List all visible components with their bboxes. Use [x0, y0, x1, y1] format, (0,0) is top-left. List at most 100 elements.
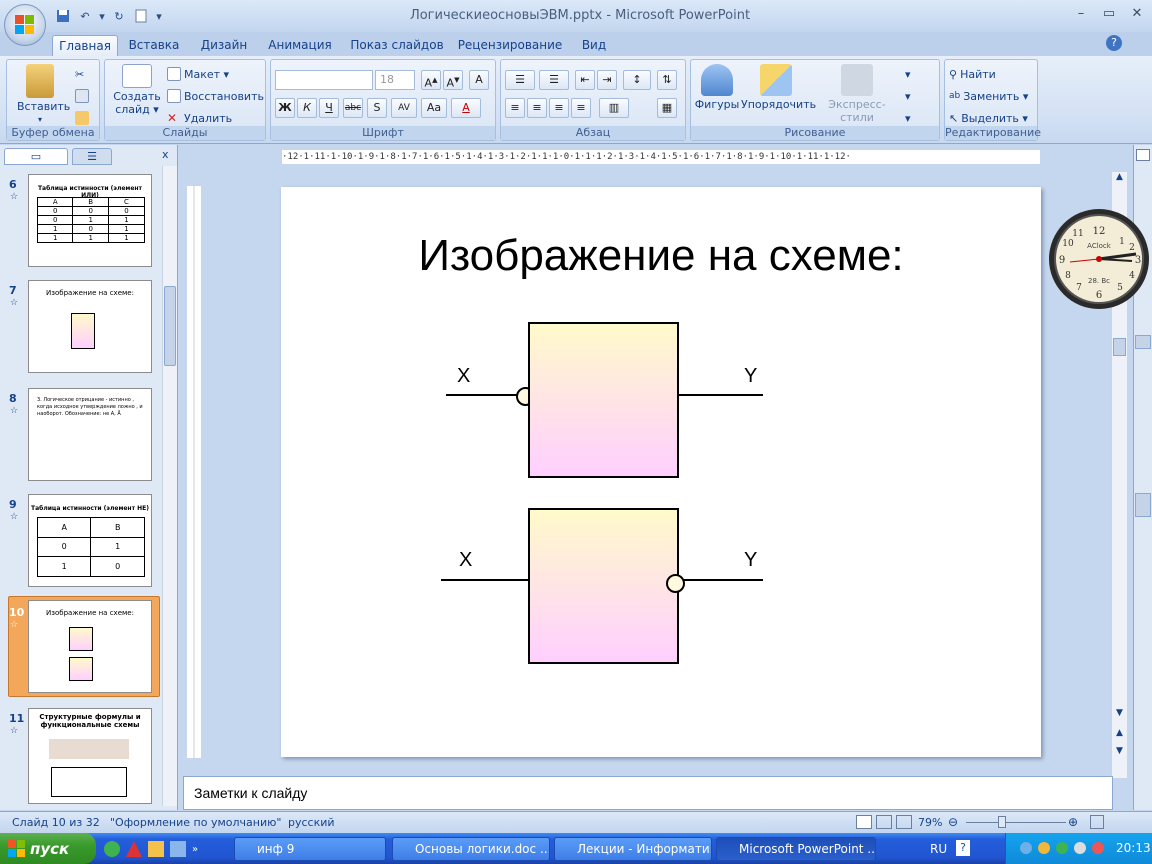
arrange-button[interactable]: Упорядочить: [741, 64, 816, 111]
prev-slide-icon[interactable]: ▲: [1112, 728, 1127, 738]
strikethrough-button[interactable]: abc: [343, 98, 363, 118]
network-icon[interactable]: [1020, 842, 1032, 854]
volume-icon[interactable]: [1074, 842, 1086, 854]
delete-slide-button[interactable]: ✕ Удалить: [167, 108, 232, 128]
layout-button[interactable]: Макет ▾: [167, 64, 229, 84]
outline-tab[interactable]: ☰: [72, 148, 112, 165]
select-button[interactable]: ↖ Выделить ▾: [949, 108, 1028, 128]
logic-gate-block[interactable]: [528, 322, 679, 478]
char-spacing-button[interactable]: AV: [391, 98, 417, 118]
fit-to-window-icon[interactable]: [1090, 815, 1104, 829]
help-tray-icon[interactable]: ?: [956, 840, 970, 856]
language-status[interactable]: русский: [288, 816, 335, 829]
taskbar-item-powerpoint[interactable]: Microsoft PowerPoint ...: [716, 837, 876, 861]
sorter-view-icon[interactable]: [876, 815, 892, 829]
bold-button[interactable]: Ж: [275, 98, 295, 118]
columns-icon[interactable]: ▥: [599, 98, 629, 118]
paste-button[interactable]: Вставить ▾: [17, 64, 70, 126]
shapes-button[interactable]: Фигуры: [693, 64, 741, 111]
font-color-button[interactable]: A: [451, 98, 481, 118]
outline-icon[interactable]: ▾: [905, 86, 911, 106]
cut-icon[interactable]: ✂: [75, 64, 84, 84]
slides-tab[interactable]: ▭: [4, 148, 68, 165]
theme-name[interactable]: "Оформление по умолчанию": [110, 816, 281, 829]
justify-icon[interactable]: ≡: [571, 98, 591, 118]
thumbnail-slide-8[interactable]: 3. Логическое отрицание - истинно , когд…: [28, 388, 152, 481]
change-case-button[interactable]: Aa: [421, 98, 447, 118]
zoom-in-icon[interactable]: ⊕: [1068, 815, 1078, 829]
tab-view[interactable]: Вид: [576, 35, 612, 56]
expand-icon[interactable]: »: [192, 844, 198, 855]
thumbnail-scrollbar[interactable]: [162, 166, 177, 806]
fill-icon[interactable]: ▾: [905, 64, 911, 84]
align-center-icon[interactable]: ≡: [527, 98, 547, 118]
slide-title[interactable]: Изображение на схеме:: [281, 231, 1041, 281]
clock-time[interactable]: 20:13: [1116, 841, 1151, 855]
scroll-up-icon[interactable]: ▲: [1112, 172, 1127, 182]
slide-canvas[interactable]: Изображение на схеме: X Y X Y: [281, 187, 1041, 757]
text-direction-icon[interactable]: ⇅: [657, 70, 677, 90]
decrease-indent-icon[interactable]: ⇤: [575, 70, 595, 90]
new-document-icon[interactable]: [132, 7, 150, 25]
zoom-slider[interactable]: [966, 822, 1066, 823]
help-icon[interactable]: ?: [1106, 35, 1122, 51]
tab-home[interactable]: Главная: [52, 35, 118, 56]
thumbnail-slide-11[interactable]: Структурные формулы и функциональные схе…: [28, 708, 152, 804]
sidebar-scroll-thumb[interactable]: [1135, 493, 1151, 517]
close-pane-icon[interactable]: x: [162, 148, 169, 161]
new-slide-button[interactable]: Создать слайд ▾: [111, 64, 163, 116]
tray-app-icon[interactable]: [1056, 842, 1068, 854]
customize-qat-icon[interactable]: ▾: [154, 7, 164, 25]
taskbar-item-browser[interactable]: Лекции - Информати...: [554, 837, 712, 861]
notes-pane[interactable]: Заметки к слайду: [183, 776, 1113, 810]
utorrent-icon[interactable]: [104, 841, 120, 857]
tray-app-icon[interactable]: [1092, 842, 1104, 854]
language-indicator[interactable]: RU: [930, 842, 947, 856]
tab-animation[interactable]: Анимация: [264, 35, 336, 56]
shrink-font-icon[interactable]: A▼: [443, 70, 463, 90]
scroll-thumb[interactable]: [164, 286, 176, 366]
underline-button[interactable]: Ч: [319, 98, 339, 118]
zoom-slider-thumb[interactable]: [998, 816, 1006, 828]
reset-button[interactable]: Восстановить: [167, 86, 264, 106]
app-icon[interactable]: [170, 841, 186, 857]
thumbnail-slide-10[interactable]: Изображение на схеме:: [28, 600, 152, 693]
tab-design[interactable]: Дизайн: [196, 35, 252, 56]
align-right-icon[interactable]: ≡: [549, 98, 569, 118]
line-spacing-icon[interactable]: ↕: [623, 70, 651, 90]
tray-app-icon[interactable]: [1038, 842, 1050, 854]
sidebar-icon[interactable]: [1136, 149, 1150, 161]
increase-indent-icon[interactable]: ⇥: [597, 70, 617, 90]
minimize-button[interactable]: –: [1072, 6, 1090, 22]
italic-button[interactable]: К: [297, 98, 317, 118]
align-left-icon[interactable]: ≡: [505, 98, 525, 118]
app-icon[interactable]: [148, 841, 164, 857]
copy-icon[interactable]: [75, 86, 89, 106]
normal-view-icon[interactable]: [856, 815, 872, 829]
scroll-thumb[interactable]: [1113, 338, 1126, 356]
start-button[interactable]: пуск: [0, 833, 96, 864]
undo-icon[interactable]: ↶: [76, 7, 94, 25]
taskbar-item-folder[interactable]: инф 9: [234, 837, 386, 861]
redo-icon[interactable]: ↻: [110, 7, 128, 25]
clear-format-icon[interactable]: A: [469, 70, 489, 90]
tab-insert[interactable]: Вставка: [124, 35, 184, 56]
close-button[interactable]: ✕: [1128, 6, 1146, 22]
thumbnail-slide-7[interactable]: Изображение на схеме:: [28, 280, 152, 373]
font-name-combo[interactable]: [275, 70, 373, 90]
maximize-button[interactable]: ▭: [1100, 6, 1118, 22]
logic-gate-block[interactable]: [528, 508, 679, 664]
bullets-icon[interactable]: ☰: [505, 70, 535, 90]
acrobat-icon[interactable]: [126, 841, 142, 857]
thumbnail-slide-9[interactable]: Таблица истинности (элемент НЕ) AB 01 10: [28, 494, 152, 587]
office-button[interactable]: [4, 4, 46, 46]
replace-button[interactable]: ab Заменить ▾: [949, 86, 1028, 106]
font-size-combo[interactable]: 18: [375, 70, 415, 90]
horizontal-ruler[interactable]: ·12·1·11·1·10·1·9·1·8·1·7·1·6·1·5·1·4·1·…: [282, 150, 1040, 164]
grow-font-icon[interactable]: A▲: [421, 70, 441, 90]
effects-icon[interactable]: ▾: [905, 108, 911, 128]
quick-styles-button[interactable]: Экспресс-стили: [813, 64, 901, 124]
smartart-icon[interactable]: ▦: [657, 98, 677, 118]
taskbar-item-word[interactable]: Основы логики.doc ...: [392, 837, 550, 861]
tab-slideshow[interactable]: Показ слайдов: [348, 35, 446, 56]
